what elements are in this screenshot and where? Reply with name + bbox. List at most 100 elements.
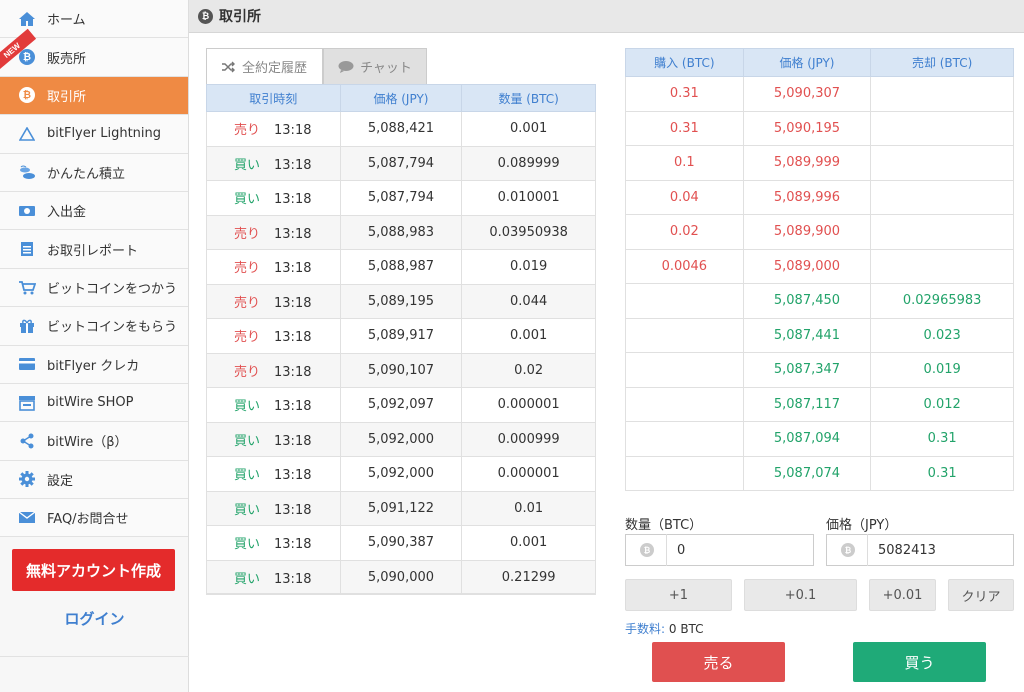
bid-sell-qty: 0.31 xyxy=(870,421,1014,457)
trade-time-cell: 買い 13:18 xyxy=(206,456,341,492)
trade-time-cell: 買い 13:18 xyxy=(206,387,341,423)
trade-qty: 0.001 xyxy=(461,525,596,561)
trade-qty: 0.000001 xyxy=(461,387,596,423)
ask-sell-qty xyxy=(870,248,1014,284)
ask-row[interactable]: 0.31 5,090,307 xyxy=(625,76,1014,112)
tab-all-trades[interactable]: 全約定履歴 xyxy=(206,48,323,84)
home-icon xyxy=(18,10,36,28)
table-row: 買い 13:18 5,087,794 0.089999 xyxy=(206,145,596,181)
table-row: 買い 13:18 5,087,794 0.010001 xyxy=(206,180,596,216)
trade-time-cell: 買い 13:18 xyxy=(206,490,341,526)
ask-price: 5,090,307 xyxy=(742,76,872,112)
trade-qty: 0.089999 xyxy=(461,145,596,181)
trade-time-cell: 買い 13:18 xyxy=(206,559,341,595)
bid-row[interactable]: 5,087,094 0.31 xyxy=(625,421,1014,457)
trade-side: 買い xyxy=(234,571,261,587)
trade-price: 5,087,794 xyxy=(339,145,463,181)
trade-time: 13:18 xyxy=(274,192,312,208)
page-header: ₿ 取引所 xyxy=(189,0,1024,33)
sidebar-item-2[interactable]: ₿ 取引所 xyxy=(0,76,188,116)
ask-buy-qty: 0.04 xyxy=(625,179,744,215)
sidebar-item-13[interactable]: FAQ/お問合せ xyxy=(0,499,188,538)
tab-chat[interactable]: チャット xyxy=(323,48,427,84)
add-1-button[interactable]: +1 xyxy=(625,579,732,611)
ask-row[interactable]: 0.1 5,089,999 xyxy=(625,145,1014,181)
sidebar-item-10[interactable]: bitWire SHOP xyxy=(0,383,188,423)
add-0.01-button[interactable]: +0.01 xyxy=(869,579,936,611)
add-0.1-button[interactable]: +0.1 xyxy=(744,579,857,611)
table-row: 売り 13:18 5,088,421 0.001 xyxy=(206,111,596,147)
money-icon xyxy=(18,202,36,220)
fee-label: 手数料: xyxy=(625,622,666,636)
qty-field[interactable]: ₿ xyxy=(625,534,814,566)
sidebar-item-3[interactable]: bitFlyer Lightning xyxy=(0,115,188,154)
trade-price: 5,089,917 xyxy=(339,318,463,354)
col-qty: 数量 (BTC) xyxy=(461,84,596,112)
sidebar-item-6[interactable]: お取引レポート xyxy=(0,230,188,269)
trade-tabs: 全約定履歴 チャット xyxy=(206,48,427,84)
trade-qty: 0.000001 xyxy=(461,456,596,492)
price-input[interactable] xyxy=(878,542,978,558)
field-separator xyxy=(867,534,868,566)
bid-sell-qty: 0.31 xyxy=(870,455,1014,491)
nav-list: ホーム ₿ 販売所 NEW ₿ 取引所 bitFlyer Lightning かんたん積立 入出… xyxy=(0,0,188,538)
trade-time: 13:18 xyxy=(274,226,312,242)
sell-button[interactable]: 売る xyxy=(652,642,785,682)
trade-time-cell: 買い 13:18 xyxy=(206,525,341,561)
bid-row[interactable]: 5,087,117 0.012 xyxy=(625,386,1014,422)
sidebar-item-7[interactable]: ビットコインをつかう xyxy=(0,268,188,308)
price-field[interactable]: ₿ xyxy=(826,534,1014,566)
clear-button[interactable]: クリア xyxy=(948,579,1014,611)
bid-price: 5,087,347 xyxy=(742,352,872,388)
sidebar-item-5[interactable]: 入出金 xyxy=(0,191,188,231)
trade-qty: 0.01 xyxy=(461,490,596,526)
sidebar-item-label: FAQ/お問合せ xyxy=(47,512,129,528)
col-book-price: 価格 (JPY) xyxy=(742,48,872,77)
table-row: 売り 13:18 5,088,983 0.03950938 xyxy=(206,214,596,250)
ask-row[interactable]: 0.0046 5,089,000 xyxy=(625,248,1014,284)
bid-price: 5,087,117 xyxy=(742,386,872,422)
bid-row[interactable]: 5,087,441 0.023 xyxy=(625,317,1014,353)
bitcoin-icon: ₿ xyxy=(841,543,855,557)
tab-all-trades-label: 全約定履歴 xyxy=(241,61,307,76)
trade-price: 5,088,987 xyxy=(339,249,463,285)
trade-qty: 0.02 xyxy=(461,352,596,388)
bid-row[interactable]: 5,087,347 0.019 xyxy=(625,352,1014,388)
sidebar-item-label: ホーム xyxy=(47,13,86,29)
ask-row[interactable]: 0.04 5,089,996 xyxy=(625,179,1014,215)
table-row: 買い 13:18 5,092,000 0.000999 xyxy=(206,421,596,457)
sidebar-item-1[interactable]: ₿ 販売所 NEW xyxy=(0,29,188,77)
sidebar-item-11[interactable]: bitWire（β） xyxy=(0,422,188,461)
trade-side: 買い xyxy=(234,537,261,553)
ask-buy-qty: 0.02 xyxy=(625,214,744,250)
trade-time-cell: 売り 13:18 xyxy=(206,214,341,250)
trade-price: 5,090,000 xyxy=(339,559,463,595)
bid-buy-qty xyxy=(625,421,744,457)
bid-row[interactable]: 5,087,074 0.31 xyxy=(625,455,1014,491)
ask-row[interactable]: 0.02 5,089,900 xyxy=(625,214,1014,250)
trade-side: 買い xyxy=(234,433,261,449)
sidebar-item-8[interactable]: ビットコインをもらう xyxy=(0,307,188,346)
table-row: 買い 13:18 5,092,000 0.000001 xyxy=(206,456,596,492)
sidebar-item-9[interactable]: bitFlyer クレカ xyxy=(0,345,188,384)
table-row: 買い 13:18 5,090,387 0.001 xyxy=(206,525,596,561)
bid-row[interactable]: 5,087,450 0.02965983 xyxy=(625,283,1014,319)
buy-button[interactable]: 買う xyxy=(853,642,986,682)
login-link[interactable]: ログイン xyxy=(0,608,189,629)
ask-sell-qty xyxy=(870,179,1014,215)
ask-row[interactable]: 0.31 5,090,195 xyxy=(625,110,1014,146)
sidebar-item-12[interactable]: 設定 xyxy=(0,460,188,500)
col-sell: 売却 (BTC) xyxy=(870,48,1014,77)
trade-history-footer xyxy=(206,593,596,594)
trade-time: 13:18 xyxy=(274,537,312,553)
trade-side: 売り xyxy=(234,295,261,311)
trade-time: 13:18 xyxy=(274,571,312,587)
bid-buy-qty xyxy=(625,283,744,319)
qty-input[interactable] xyxy=(677,542,777,558)
trade-time: 13:18 xyxy=(274,399,312,415)
ask-buy-qty: 0.31 xyxy=(625,76,744,112)
trade-qty: 0.044 xyxy=(461,283,596,319)
sidebar-item-4[interactable]: かんたん積立 xyxy=(0,153,188,192)
signup-button[interactable]: 無料アカウント作成 xyxy=(12,549,175,591)
cart-icon xyxy=(18,278,36,296)
